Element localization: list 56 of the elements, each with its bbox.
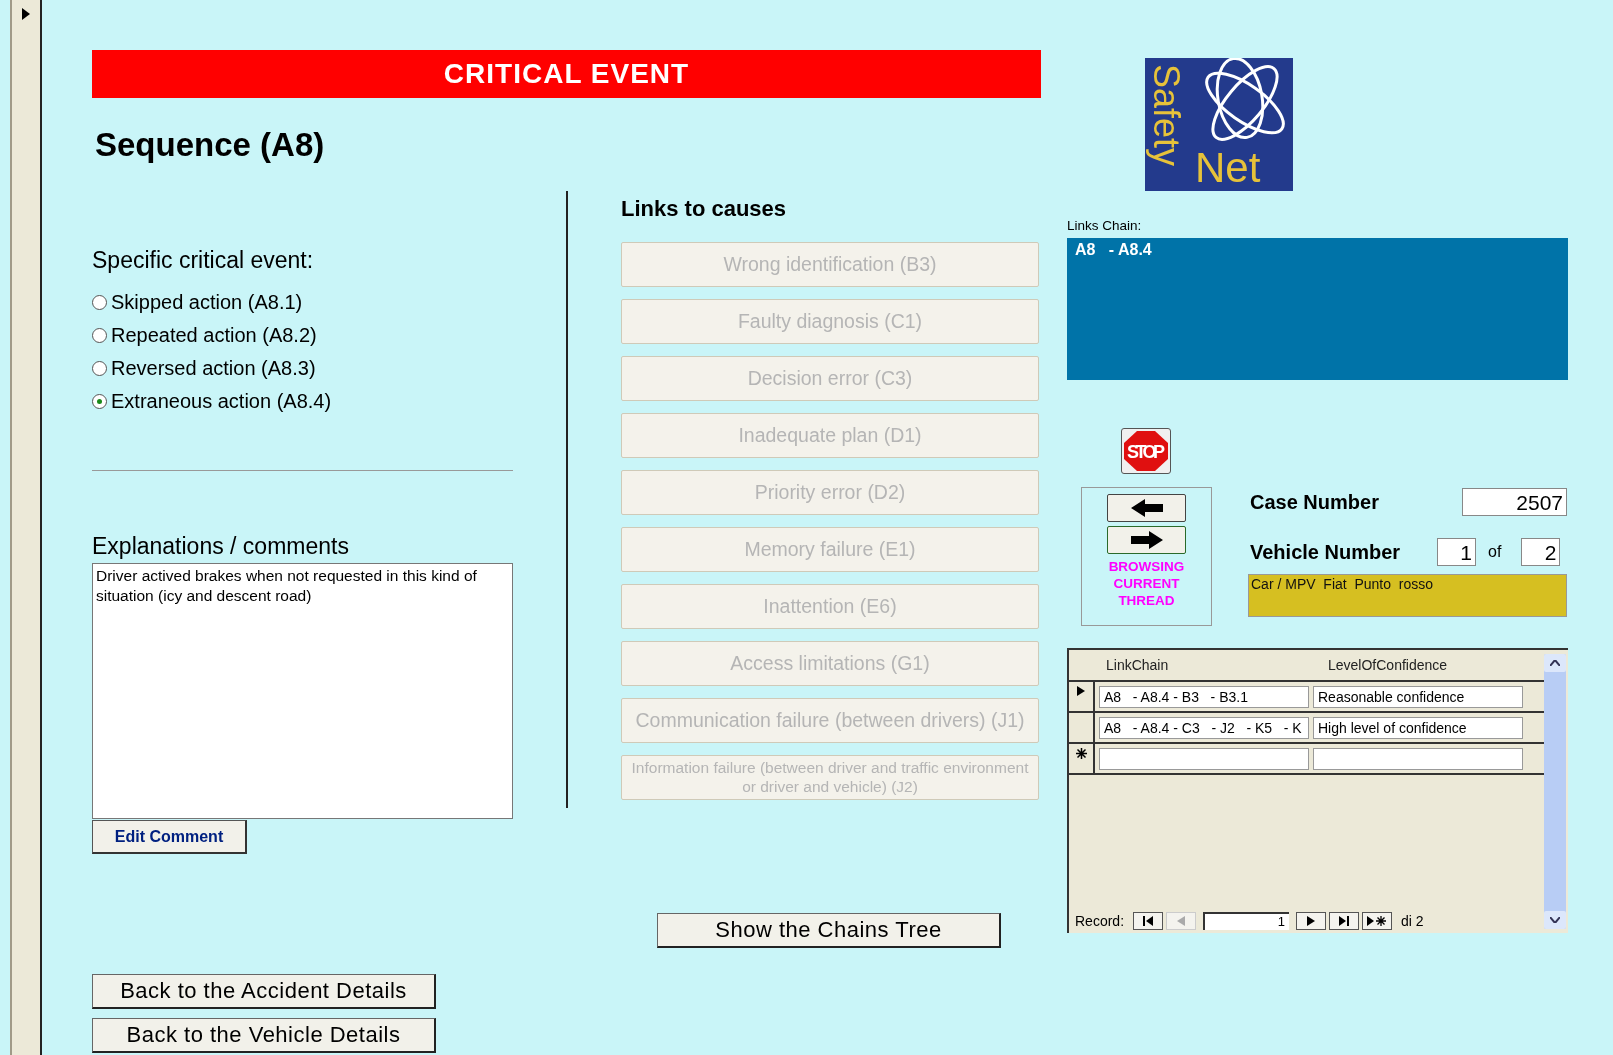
section-heading: Links to causes — [621, 196, 788, 222]
vehicle-number-field[interactable]: 1 — [1437, 538, 1476, 566]
next-icon — [1307, 916, 1316, 926]
back-button[interactable]: Back to the Accident Details — [92, 974, 436, 1009]
first-icon — [1142, 916, 1155, 926]
radio-option[interactable]: Extraneous action (A8.4) — [92, 385, 513, 418]
right-triangle-icon — [1077, 686, 1085, 696]
last-icon — [1338, 916, 1351, 926]
field-label: Links Chain: — [1067, 218, 1143, 233]
browse-caption: BROWSING CURRENT THREAD — [1107, 558, 1186, 609]
column-header: LinkChain — [1106, 657, 1170, 673]
right-arrow-icon — [1130, 531, 1163, 549]
next-button[interactable] — [1107, 526, 1186, 554]
section-heading: Specific critical event: — [92, 247, 315, 274]
last-record-button[interactable] — [1329, 912, 1360, 930]
section-heading: Explanations / comments — [92, 533, 350, 560]
table-cell[interactable]: A8 - A8.4 - C3 - J2 - K5 - K — [1099, 716, 1309, 739]
new-record-button[interactable] — [1362, 912, 1393, 930]
radio-option[interactable]: Reversed action (A8.3) — [92, 352, 513, 385]
radio-option[interactable]: Skipped action (A8.1) — [92, 286, 513, 319]
record-label: Record: — [1075, 913, 1125, 929]
safetynet-logo: Safety Net — [1145, 58, 1293, 191]
table-cell[interactable]: Reasonable confidence — [1313, 685, 1523, 708]
chains-tree-button[interactable]: Show the Chains Tree — [657, 913, 1001, 948]
vehicle-description: Car / MPV Fiat Punto rosso — [1248, 574, 1567, 617]
edit-comment-button[interactable]: Edit Comment — [92, 820, 247, 854]
record-total: di 2 — [1401, 913, 1424, 929]
comment-field[interactable]: Driver actived brakes when not requested in this kind of situation (icy and descent road) — [92, 563, 513, 819]
table-cell[interactable]: High level of confidence — [1313, 716, 1523, 739]
asterisk-icon — [1075, 748, 1087, 759]
field-label: Vehicle Number — [1250, 540, 1402, 564]
of-label: of — [1488, 543, 1502, 561]
table-cell[interactable]: A8 - A8.4 - B3 - B3.1 — [1099, 685, 1309, 708]
form-heading: Sequence (A8) — [95, 126, 326, 164]
field-label: Case Number — [1250, 490, 1379, 514]
first-record-button[interactable] — [1133, 912, 1164, 930]
previous-icon — [1177, 916, 1186, 926]
chevron-down-icon[interactable] — [1550, 917, 1560, 923]
table-cell[interactable] — [1099, 747, 1309, 770]
new-record-icon — [1367, 916, 1388, 926]
column-header: LevelOfConfidence — [1328, 657, 1449, 673]
chevron-up-icon[interactable] — [1550, 660, 1560, 666]
back-button[interactable]: Back to the Vehicle Details — [92, 1018, 436, 1053]
next-record-button[interactable] — [1296, 912, 1327, 930]
left-arrow-icon — [1130, 499, 1163, 517]
record-number-field[interactable]: 1 — [1203, 912, 1290, 930]
case-number-field[interactable]: 2507 — [1462, 488, 1567, 516]
stop-button[interactable]: STOP — [1121, 428, 1171, 474]
table-cell[interactable] — [1313, 747, 1523, 770]
radio-option[interactable]: Repeated action (A8.2) — [92, 319, 513, 352]
vehicle-total-field[interactable]: 2 — [1521, 538, 1561, 566]
links-chain-field: A8 - A8.4 — [1067, 238, 1568, 380]
record-pointer-icon — [22, 8, 30, 20]
previous-button[interactable] — [1107, 494, 1186, 522]
vertical-scrollbar[interactable] — [1544, 654, 1566, 929]
form-banner: CRITICAL EVENT — [92, 50, 1041, 98]
